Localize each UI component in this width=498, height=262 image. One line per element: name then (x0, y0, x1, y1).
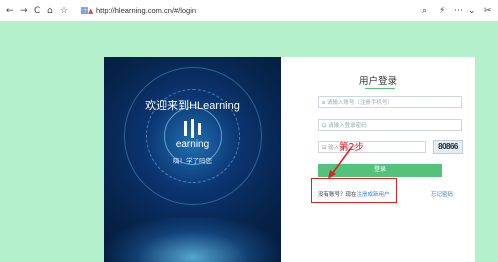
forgot-password-link[interactable]: 忘记密码 (431, 190, 453, 198)
back-icon[interactable]: ← (6, 3, 14, 19)
account-placeholder: 请输入账号（注册手机号） (326, 100, 393, 106)
step-label: 第2步 (339, 142, 365, 153)
welcome-title: 欢迎来到HLearning (145, 100, 240, 112)
address-bar[interactable]: http://hlearning.com.cn/#/login (96, 3, 196, 19)
password-placeholder: 请输入登录密码 (328, 123, 367, 129)
star-icon[interactable]: ☆ (60, 3, 68, 19)
annotation-box (311, 178, 397, 203)
login-panel: 用户登录 ⍝ 请输入账号（注册手机号） ⊡ 请输入登录密码 ⊟ 输入验证码 80… (281, 57, 475, 262)
forward-icon[interactable]: → (20, 3, 28, 19)
title-underline (365, 88, 395, 89)
logo-text: earning (175, 139, 210, 150)
chevron-down-icon[interactable]: ⌄ (468, 3, 476, 19)
password-field[interactable]: ⊡ 请输入登录密码 (318, 119, 462, 131)
slogan: 嗨！学了吗您 (173, 157, 212, 165)
scissors-icon[interactable]: ✂ (484, 3, 492, 19)
light-base (104, 217, 281, 262)
lock-icon: ▲ (88, 7, 94, 15)
hlearning-logo-icon (184, 119, 201, 138)
account-field[interactable]: ⍝ 请输入账号（注册手机号） (318, 96, 462, 108)
lightning-icon[interactable]: ⚡ (439, 3, 445, 19)
menu-icon[interactable]: ⋯ (454, 3, 463, 19)
welcome-panel: 欢迎来到HLearning earning 嗨！学了吗您 (104, 57, 281, 262)
home-icon[interactable]: ⌂ (47, 3, 53, 19)
browser-toolbar: ← → C ⌂ ☆ ▦ ▲ http://hlearning.com.cn/#/… (0, 0, 498, 22)
login-title: 用户登录 (358, 76, 397, 87)
search-icon[interactable]: ⌕ (422, 3, 427, 19)
captcha-image[interactable]: 80866 (433, 140, 463, 154)
reload-icon[interactable]: C (34, 3, 40, 19)
